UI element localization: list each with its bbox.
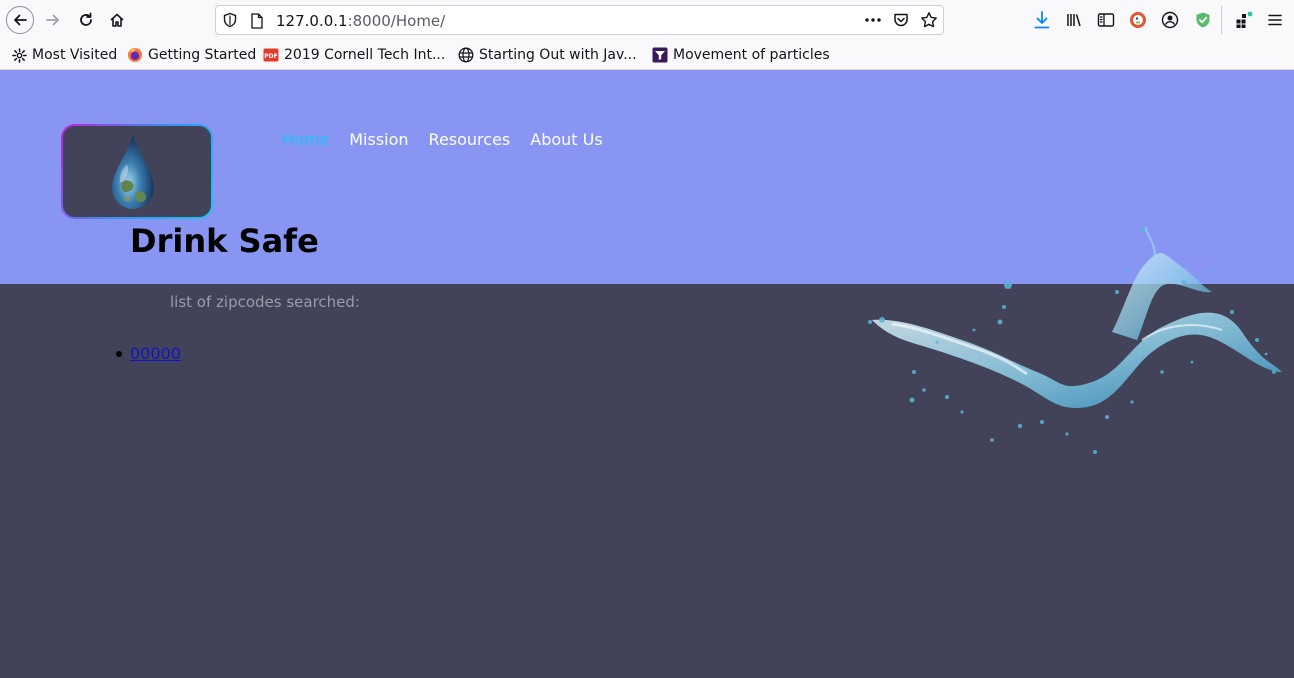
nav-home[interactable]: Home bbox=[282, 130, 329, 149]
filter-icon bbox=[652, 47, 668, 63]
bookmark-movement-of-particles[interactable]: Movement of particles bbox=[652, 46, 830, 64]
extensions-icon[interactable] bbox=[1234, 10, 1254, 30]
reload-button[interactable] bbox=[72, 6, 100, 34]
site-nav: Home Mission Resources About Us bbox=[282, 130, 603, 149]
bookmark-label: Most Visited bbox=[32, 47, 118, 63]
nav-resources[interactable]: Resources bbox=[429, 130, 511, 149]
library-icon[interactable] bbox=[1065, 10, 1085, 30]
home-icon bbox=[110, 13, 124, 27]
address-bar[interactable]: 127.0.0.1:8000/Home/ bbox=[215, 5, 944, 35]
bookmark-cornell-tech[interactable]: PDF 2019 Cornell Tech Int... bbox=[263, 46, 445, 64]
page-icon[interactable] bbox=[250, 13, 264, 33]
bookmark-label: Movement of particles bbox=[673, 47, 830, 63]
zipcode-link[interactable]: 00000 bbox=[130, 344, 181, 363]
account-icon[interactable] bbox=[1160, 10, 1180, 30]
bookmark-label: 2019 Cornell Tech Int... bbox=[284, 47, 446, 63]
bookmark-getting-started[interactable]: Getting Started bbox=[127, 46, 256, 64]
home-button[interactable] bbox=[103, 6, 131, 34]
list-bullet bbox=[116, 351, 122, 357]
nav-about-us[interactable]: About Us bbox=[530, 130, 602, 149]
duckduckgo-icon[interactable] bbox=[1128, 10, 1148, 30]
water-splash-image bbox=[868, 226, 1282, 454]
shield-check-icon[interactable] bbox=[1193, 10, 1213, 30]
arrow-right-icon bbox=[46, 14, 59, 26]
gear-icon bbox=[12, 47, 27, 63]
forward-button[interactable] bbox=[39, 6, 67, 34]
bookmark-most-visited[interactable]: Most Visited bbox=[12, 46, 117, 64]
pocket-icon[interactable] bbox=[893, 12, 909, 32]
bookmark-label: Getting Started bbox=[148, 47, 257, 63]
firefox-icon bbox=[128, 48, 142, 62]
bookmarks-toolbar: Most Visited Getting Started PDF 2019 Co… bbox=[0, 40, 1294, 70]
toolbar-separator bbox=[1221, 6, 1222, 34]
site-title: Drink Safe bbox=[130, 222, 319, 260]
globe-icon bbox=[458, 47, 474, 63]
downloads-icon[interactable] bbox=[1032, 10, 1052, 30]
url-path: :8000/Home/ bbox=[347, 12, 446, 30]
back-button[interactable] bbox=[6, 6, 34, 34]
pdf-badge-text: PDF bbox=[264, 53, 277, 60]
url-host: 127.0.0.1 bbox=[276, 12, 348, 30]
bookmark-starting-out-java[interactable]: Starting Out with Jav... bbox=[458, 46, 637, 64]
zipcodes-subtitle: list of zipcodes searched: bbox=[170, 293, 360, 311]
reload-icon bbox=[80, 12, 92, 26]
arrow-left-icon bbox=[14, 14, 27, 26]
bookmark-label: Starting Out with Jav... bbox=[479, 47, 637, 63]
more-options-icon[interactable] bbox=[864, 12, 882, 32]
shield-icon[interactable] bbox=[222, 12, 238, 32]
sidebar-icon[interactable] bbox=[1096, 10, 1116, 30]
nav-mission[interactable]: Mission bbox=[349, 130, 408, 149]
site-logo[interactable] bbox=[61, 124, 213, 219]
browser-toolbar: 127.0.0.1:8000/Home/ bbox=[0, 0, 1294, 40]
bookmark-star-icon[interactable] bbox=[920, 11, 938, 33]
water-drop-earth-icon bbox=[112, 134, 154, 209]
pdf-icon: PDF bbox=[263, 48, 279, 62]
url-text[interactable]: 127.0.0.1:8000/Home/ bbox=[276, 12, 445, 30]
hamburger-menu-icon[interactable] bbox=[1265, 10, 1285, 30]
